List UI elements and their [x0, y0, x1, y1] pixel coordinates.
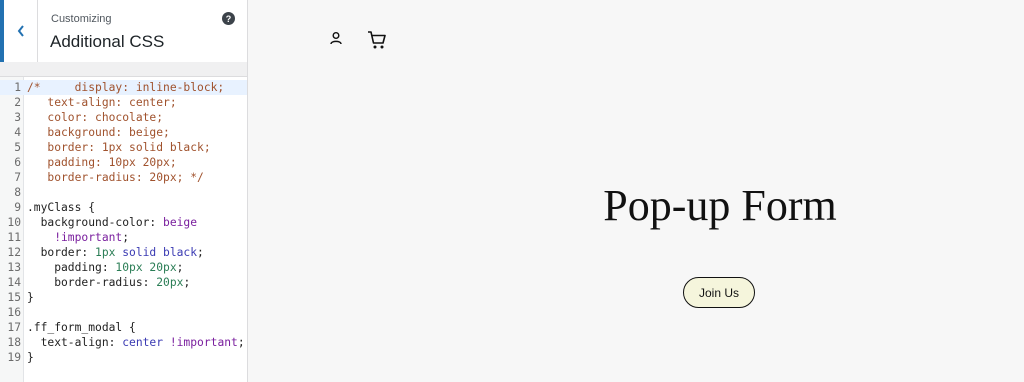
line-number: 1	[14, 81, 21, 94]
code-line[interactable]: 6 padding: 10px 20px;	[0, 155, 247, 170]
code-text: .ff_form_modal {	[27, 320, 136, 335]
line-number: 15	[7, 291, 21, 304]
code-line[interactable]: 12 border: 1px solid black;	[0, 245, 247, 260]
code-line[interactable]: 8	[0, 185, 247, 200]
code-line[interactable]: 3 color: chocolate;	[0, 110, 247, 125]
code-line[interactable]: 15}	[0, 290, 247, 305]
code-token: ;	[183, 276, 191, 289]
code-text: border-radius: 20px;	[27, 275, 190, 290]
help-icon[interactable]: ?	[222, 12, 235, 25]
header-subtitle: Customizing	[51, 13, 112, 25]
code-token: }	[27, 351, 34, 364]
code-line[interactable]: 17 .ff_form_modal {	[0, 320, 247, 335]
page-title: Pop-up Form	[603, 181, 837, 230]
code-line[interactable]: 10 background-color: beige	[0, 215, 247, 230]
code-token: background: beige;	[27, 126, 170, 139]
code-line[interactable]: 5 border: 1px solid black;	[0, 140, 247, 155]
code-text: text-align: center;	[27, 95, 177, 110]
code-text: background-color: beige	[27, 215, 197, 230]
code-token: ;	[176, 261, 184, 274]
code-line[interactable]: 1 /* display: inline-block;	[0, 80, 247, 95]
line-number: 8	[14, 186, 21, 199]
code-token: solid black	[115, 246, 198, 259]
code-token: 1px	[95, 246, 116, 259]
line-number: 3	[14, 111, 21, 124]
line-number: 19	[7, 351, 21, 364]
css-code-editor[interactable]: 1/* display: inline-block; 2 text-align: …	[0, 77, 247, 382]
code-token: ;	[237, 336, 245, 349]
line-number: 16	[7, 306, 21, 319]
code-token: !important	[163, 336, 238, 349]
code-text: border: 1px solid black;	[27, 140, 211, 155]
code-token: 10px 20px	[115, 261, 177, 274]
code-token: /* display: inline-block;	[27, 81, 225, 94]
code-token: .myClass {	[27, 201, 96, 214]
code-token: padding:	[27, 261, 116, 274]
code-token: border-radius:	[27, 276, 157, 289]
code-line[interactable]: 11 !important;	[0, 230, 247, 245]
code-line[interactable]: 18 text-align: center !important;	[0, 335, 247, 350]
code-text: border-radius: 20px; */	[27, 170, 204, 185]
line-number: 7	[14, 171, 21, 184]
code-token: }	[27, 291, 34, 304]
line-number: 2	[14, 96, 21, 109]
line-number: 18	[7, 336, 21, 349]
code-text: padding: 10px 20px;	[27, 260, 183, 275]
code-token: border:	[27, 246, 96, 259]
panel-header: Customizing Additional CSS ?	[0, 0, 247, 63]
header-title: Additional CSS	[50, 32, 165, 51]
line-number: 5	[14, 141, 21, 154]
code-token: padding: 10px 20px;	[27, 156, 177, 169]
code-line[interactable]: 9 .myClass {	[0, 200, 247, 215]
line-number: 13	[7, 261, 21, 274]
cart-icon[interactable]	[367, 30, 387, 50]
code-line[interactable]: 13 padding: 10px 20px;	[0, 260, 247, 275]
line-number: 14	[7, 276, 21, 289]
code-text: color: chocolate;	[27, 110, 163, 125]
code-token: color: chocolate;	[27, 111, 164, 124]
code-token: ;	[122, 231, 130, 244]
code-text: !important;	[27, 230, 129, 245]
panel-divider	[0, 62, 247, 77]
line-number: 12	[7, 246, 21, 259]
code-token: 20px	[156, 276, 184, 289]
code-token: center	[122, 336, 164, 349]
customizer-panel: Customizing Additional CSS ? 1 /* display…	[0, 0, 248, 382]
join-us-button[interactable]: Join Us	[683, 277, 755, 308]
code-token: beige	[163, 216, 198, 229]
code-text: .myClass {	[27, 200, 95, 215]
code-text: }	[27, 350, 34, 365]
code-token: !important	[27, 231, 123, 244]
code-line[interactable]: 19}	[0, 350, 247, 365]
code-text: padding: 10px 20px;	[27, 155, 177, 170]
line-number: 10	[7, 216, 21, 229]
code-token: ;	[197, 246, 204, 259]
line-number: 6	[14, 156, 21, 169]
code-line[interactable]: 16	[0, 305, 247, 320]
code-text: text-align: center !important;	[27, 335, 245, 350]
code-token: border: 1px solid black;	[27, 141, 211, 154]
code-token: .ff_form_modal {	[27, 321, 136, 334]
code-text: /* display: inline-block;	[27, 80, 224, 95]
code-line[interactable]: 14 border-radius: 20px;	[0, 275, 247, 290]
line-number: 17	[7, 321, 21, 334]
code-token: text-align:	[27, 336, 123, 349]
code-text: background: beige;	[27, 125, 170, 140]
code-line[interactable]: 2 text-align: center;	[0, 95, 247, 110]
code-text: border: 1px solid black;	[27, 245, 204, 260]
code-line[interactable]: 4 background: beige;	[0, 125, 247, 140]
code-text: }	[27, 290, 34, 305]
line-number: 4	[14, 126, 21, 139]
back-button[interactable]	[0, 0, 38, 62]
code-token: text-align: center;	[27, 96, 177, 109]
line-number: 9	[14, 201, 21, 214]
code-line[interactable]: 7 border-radius: 20px; */	[0, 170, 247, 185]
user-icon[interactable]	[329, 31, 343, 45]
line-number: 11	[7, 231, 21, 244]
chevron-left-icon	[17, 25, 24, 37]
code-token: border-radius: 20px; */	[27, 171, 204, 184]
code-token: background-color:	[27, 216, 164, 229]
